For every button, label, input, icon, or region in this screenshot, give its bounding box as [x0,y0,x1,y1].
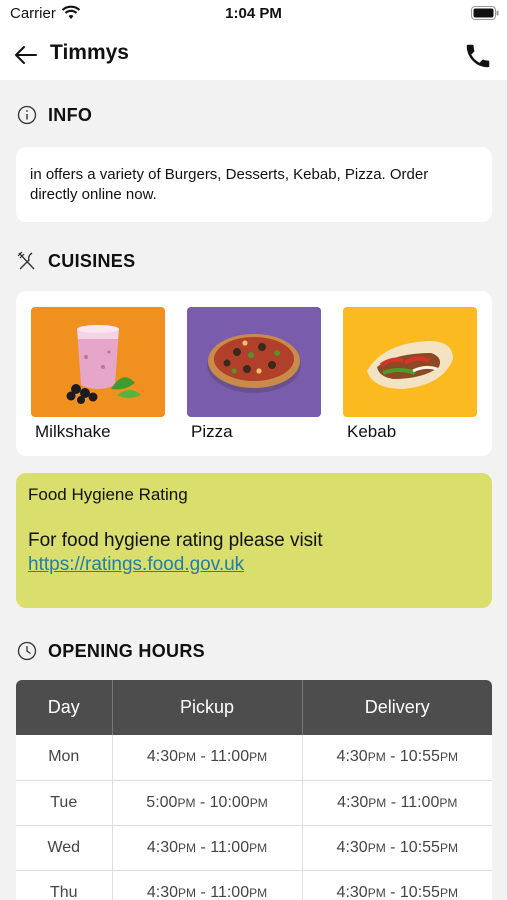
nav-bar: Timmys [0,30,507,80]
battery-icon [471,6,499,25]
status-bar: Carrier 1:04 PM [0,0,507,30]
day-cell: Mon [16,735,113,781]
pickup-cell: 5:00PM - 10:00PM [112,780,303,826]
cuisine-label: Kebab [347,422,397,441]
cuisines-section-header: CUISINES [16,247,135,275]
hygiene-title: Food Hygiene Rating [28,485,188,504]
column-header-day: Day [16,680,113,735]
delivery-cell: 4:30PM - 10:55PM [302,870,492,900]
info-description: in offers a variety of Burgers, Desserts… [30,166,429,203]
day-cell: Wed [16,825,113,871]
opening-hours-table: Day Pickup Delivery Mon 4:30PM - 11:00PM… [16,680,492,900]
page-title: Timmys [50,41,129,64]
table-row: Mon 4:30PM - 11:00PM 4:30PM - 10:55PM [16,735,492,781]
column-header-delivery: Delivery [302,680,492,735]
cuisines-heading: CUISINES [48,250,136,271]
table-row: Wed 4:30PM - 11:00PM 4:30PM - 10:55PM [16,825,492,871]
day-cell: Tue [16,780,113,826]
cuisines-card: Milkshake Pizza Kebab [16,291,492,456]
opening-hours-heading: OPENING HOURS [48,640,205,661]
delivery-cell: 4:30PM - 10:55PM [302,825,492,871]
table-header-row: Day Pickup Delivery [16,680,492,735]
cuisine-label: Pizza [191,422,233,441]
hygiene-link[interactable]: https://ratings.food.gov.uk [28,553,244,577]
pickup-cell: 4:30PM - 11:00PM [112,735,303,781]
cuisine-item-pizza[interactable]: Pizza [187,307,321,442]
table-row: Thu 4:30PM - 11:00PM 4:30PM - 10:55PM [16,870,492,900]
clock-icon [16,640,38,662]
cuisine-item-kebab[interactable]: Kebab [343,307,477,442]
delivery-cell: 4:30PM - 10:55PM [302,735,492,781]
utensils-icon [16,250,38,272]
pizza-image [187,307,321,417]
status-time: 1:04 PM [225,5,282,22]
info-icon [16,104,38,126]
delivery-cell: 4:30PM - 11:00PM [302,780,492,826]
info-heading: INFO [48,104,93,125]
hygiene-text: For food hygiene rating please visit [28,530,323,551]
info-section-header: INFO [16,101,92,129]
milkshake-image [31,307,165,417]
cuisine-item-milkshake[interactable]: Milkshake [31,307,165,442]
cuisine-label: Milkshake [35,422,111,441]
pickup-cell: 4:30PM - 11:00PM [112,825,303,871]
opening-hours-section-header: OPENING HOURS [16,637,205,665]
back-arrow-icon[interactable] [10,39,42,71]
phone-icon[interactable] [463,41,493,71]
pickup-cell: 4:30PM - 11:00PM [112,870,303,900]
day-cell: Thu [16,870,113,900]
info-card: in offers a variety of Burgers, Desserts… [16,147,492,222]
hygiene-card: Food Hygiene Rating For food hygiene rat… [16,473,492,608]
table-row: Tue 5:00PM - 10:00PM 4:30PM - 11:00PM [16,780,492,826]
column-header-pickup: Pickup [112,680,303,735]
kebab-image [343,307,477,417]
